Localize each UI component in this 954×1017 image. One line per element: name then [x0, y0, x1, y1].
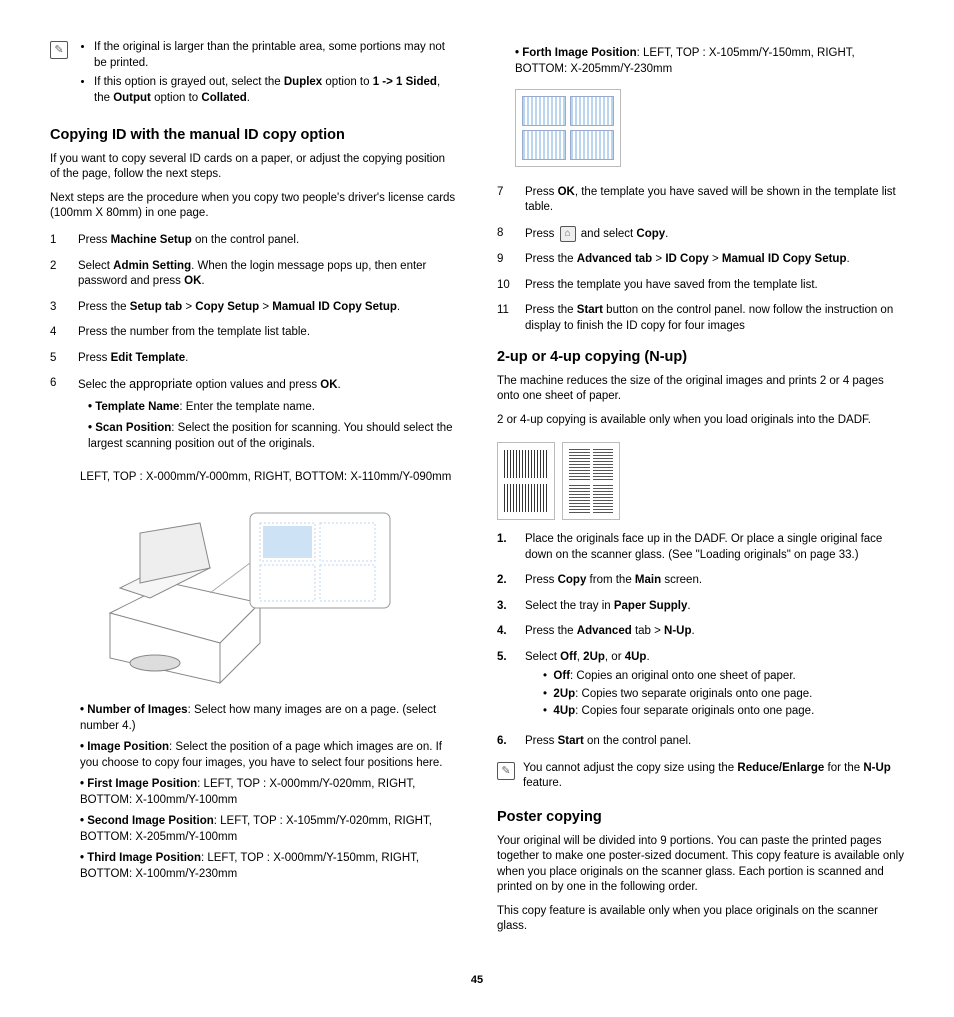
sub-option: • 2Up: Copies two separate originals ont…	[543, 687, 904, 703]
note-item: If the original is larger than the print…	[94, 40, 457, 71]
note-icon: ✎	[497, 762, 515, 780]
forth-position: Forth Image Position: LEFT, TOP : X-105m…	[497, 46, 904, 77]
paragraph: This copy feature is available only when…	[497, 904, 904, 935]
note-box: ✎ If the original is larger than the pri…	[50, 40, 457, 110]
nup-thumbnails	[497, 436, 904, 526]
sub-bullet: Scan Position: Select the position for s…	[88, 421, 457, 452]
paragraph: The machine reduces the size of the orig…	[497, 374, 904, 405]
sub-bullet: Template Name: Enter the template name.	[88, 400, 457, 416]
note-box: ✎ You cannot adjust the copy size using …	[497, 761, 904, 792]
note-text: You cannot adjust the copy size using th…	[523, 761, 904, 792]
image-position-list: Number of Images: Select how many images…	[50, 703, 457, 882]
page-number: 45	[50, 973, 904, 988]
home-icon: ⌂	[560, 226, 576, 242]
paragraph: Your original will be divided into 9 por…	[497, 834, 904, 896]
steps-list-right: 7Press OK, the template you have saved w…	[497, 185, 904, 335]
steps-list: 1Press Machine Setup on the control pane…	[50, 233, 457, 458]
template-thumbnail	[515, 89, 621, 167]
note-item: If this option is grayed out, select the…	[94, 75, 457, 106]
paragraph: If you want to copy several ID cards on …	[50, 152, 457, 183]
sub-option: • 4Up: Copies four separate originals on…	[543, 704, 904, 720]
heading-poster: Poster copying	[497, 808, 904, 828]
paragraph: Next steps are the procedure when you co…	[50, 191, 457, 222]
printer-illustration	[80, 493, 400, 693]
sub-option: • Off: Copies an original onto one sheet…	[543, 669, 904, 685]
heading-nup: 2-up or 4-up copying (N-up)	[497, 348, 904, 368]
note-icon: ✎	[50, 41, 68, 59]
nup-steps: 1.Place the originals face up in the DAD…	[497, 532, 904, 749]
scan-position-text: LEFT, TOP : X-000mm/Y-000mm, RIGHT, BOTT…	[80, 470, 457, 486]
paragraph: 2 or 4-up copying is available only when…	[497, 413, 904, 429]
heading-copying-id: Copying ID with the manual ID copy optio…	[50, 126, 457, 146]
note-list: If the original is larger than the print…	[76, 40, 457, 110]
